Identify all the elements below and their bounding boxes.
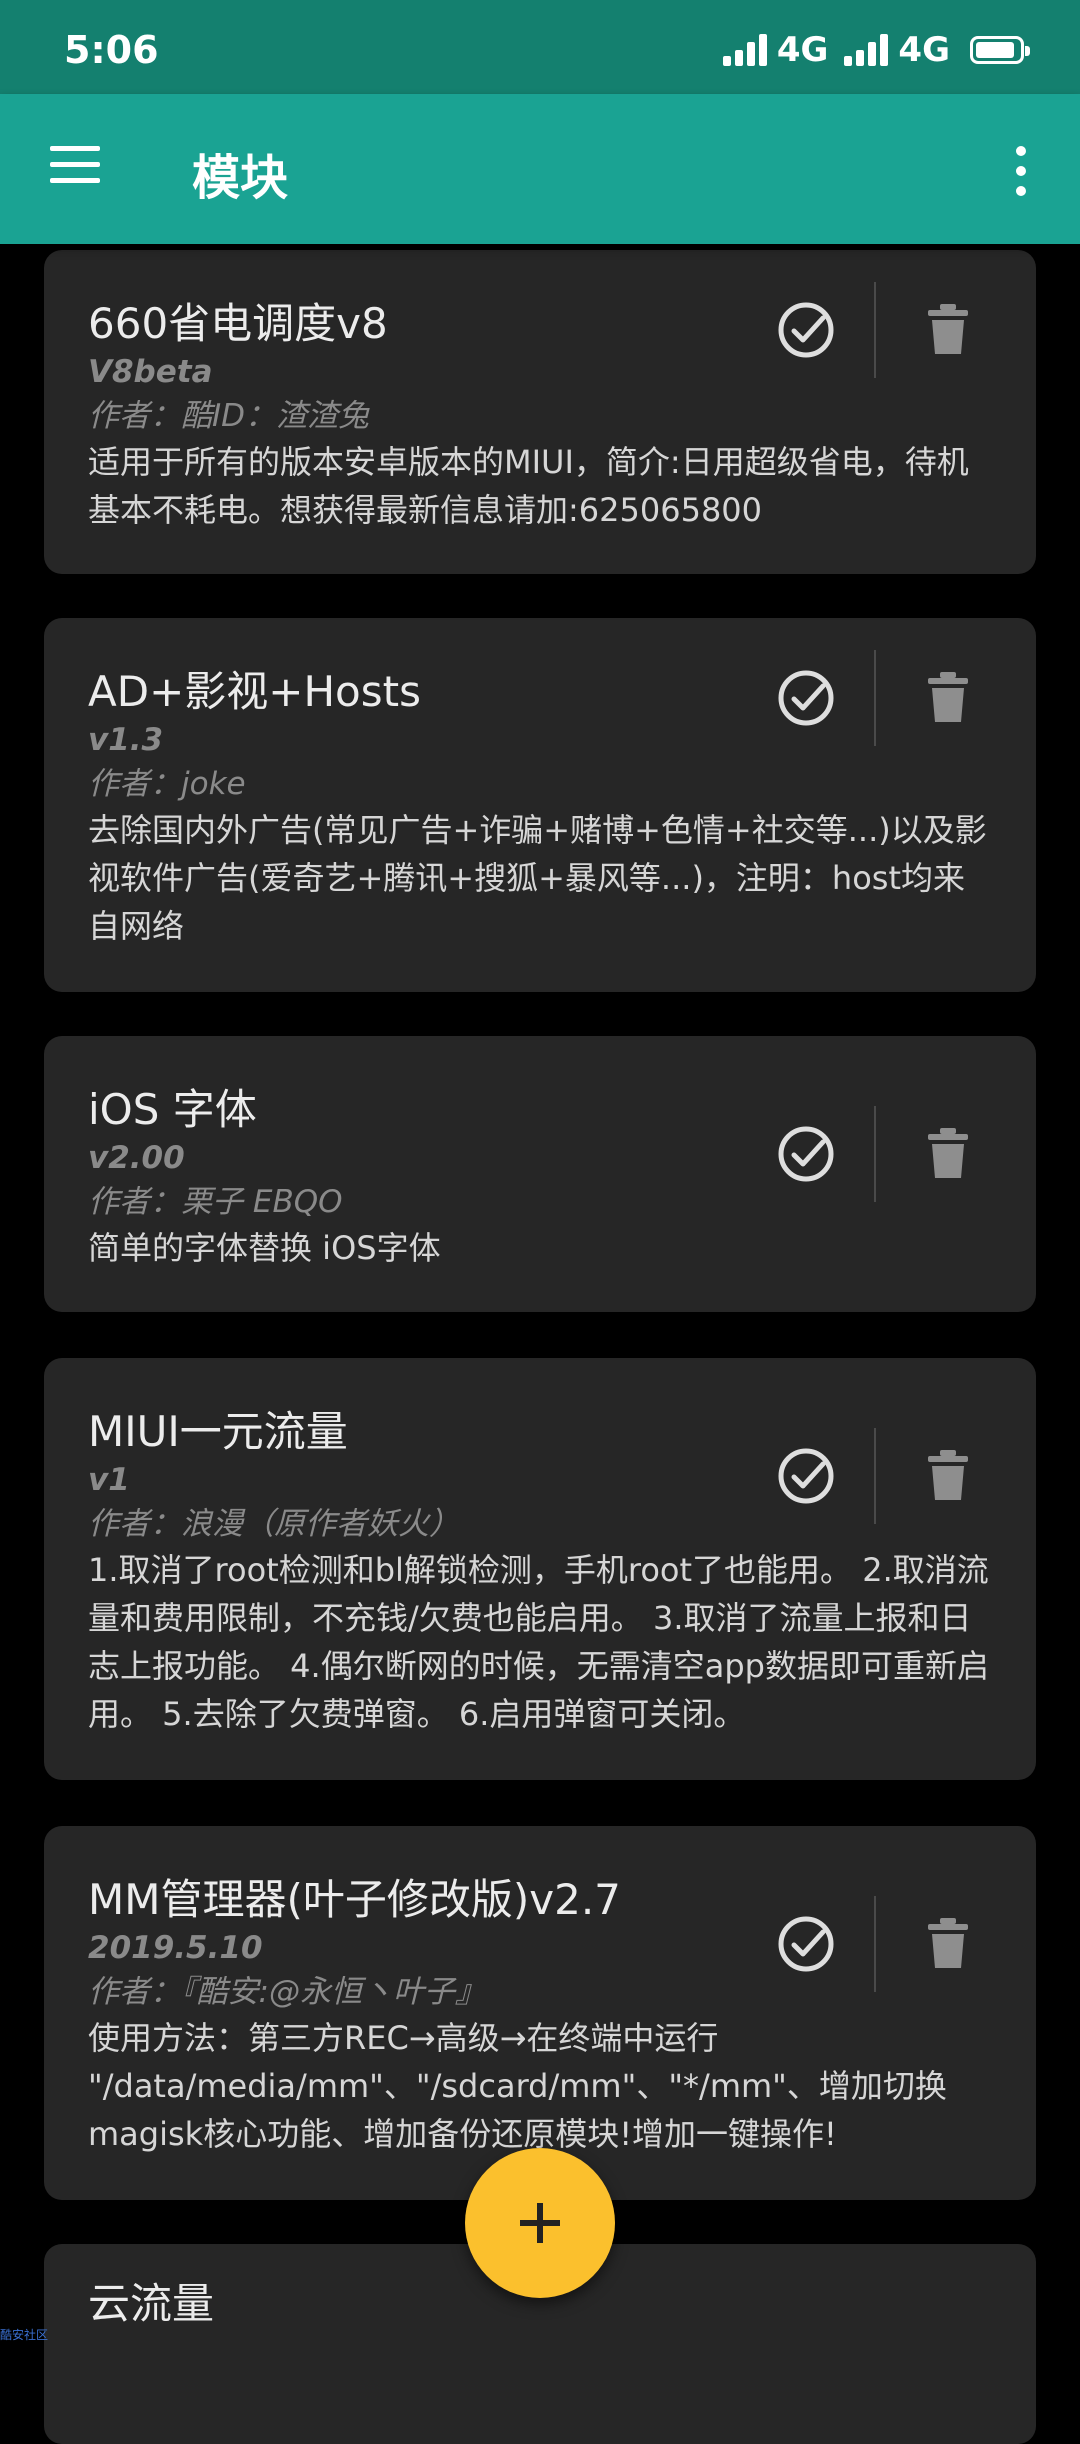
module-card: MM管理器(叶子修改版)v2.7 2019.5.10 作者：『酷安:@永恒丶叶子… — [44, 1826, 1036, 2200]
trash-icon[interactable] — [924, 670, 972, 724]
trash-icon[interactable] — [924, 1916, 972, 1970]
module-info: 云流量 — [88, 2278, 768, 2330]
action-divider — [874, 650, 876, 746]
network-type-2: 4G — [898, 30, 950, 70]
module-description: 使用方法：第三方REC→高级→在终端中运行 "/data/media/mm"、"… — [88, 2019, 947, 2153]
module-name: MIUI一元流量 — [88, 1407, 348, 1456]
module-name: 660省电调度v8 — [88, 299, 388, 348]
page-title: 模块 — [192, 150, 289, 206]
module-version: v1 — [88, 1462, 130, 1498]
module-description: 1.取消了root检测和bl解锁检测，手机root了也能用。 2.取消流量和费用… — [88, 1551, 989, 1733]
battery-icon — [970, 36, 1030, 64]
module-author: 作者：栗子 EBQO — [88, 1184, 343, 1220]
plus-icon — [520, 2203, 560, 2243]
module-author: 作者：浪漫（原作者妖火） — [88, 1506, 460, 1542]
more-vert-icon[interactable] — [1010, 146, 1032, 196]
module-name: iOS 字体 — [88, 1085, 257, 1134]
module-author: 作者：『酷安:@永恒丶叶子』 — [88, 1974, 486, 2010]
module-card: 660省电调度v8 V8beta 作者：酷ID：渣渣兔 适用于所有的版本安卓版本… — [44, 250, 1036, 574]
module-card: AD+影视+Hosts v1.3 作者：joke 去除国内外广告(常见广告+诈骗… — [44, 618, 1036, 992]
check-circle-icon[interactable] — [776, 668, 836, 728]
check-circle-icon[interactable] — [776, 1124, 836, 1184]
module-name: 云流量 — [88, 2279, 215, 2328]
trash-icon[interactable] — [924, 302, 972, 356]
check-circle-icon[interactable] — [776, 1446, 836, 1506]
module-author: 作者：酷ID：渣渣兔 — [88, 398, 370, 434]
module-info: MIUI一元流量 v1 作者：浪漫（原作者妖火） — [88, 1406, 768, 1546]
module-version: V8beta — [88, 354, 213, 390]
module-info: MM管理器(叶子修改版)v2.7 2019.5.10 作者：『酷安:@永恒丶叶子… — [88, 1874, 768, 2014]
module-name: MM管理器(叶子修改版)v2.7 — [88, 1875, 621, 1924]
module-version: v2.00 — [88, 1140, 185, 1176]
status-indicators: 4G 4G — [722, 30, 1030, 70]
module-description: 简单的字体替换 iOS字体 — [88, 1229, 441, 1267]
menu-icon[interactable] — [50, 146, 100, 186]
check-circle-icon[interactable] — [776, 300, 836, 360]
status-time: 5:06 — [64, 28, 159, 72]
signal-icon — [722, 34, 767, 66]
check-circle-icon[interactable] — [776, 1914, 836, 1974]
module-description: 去除国内外广告(常见广告+诈骗+赌博+色情+社交等...)以及影视软件广告(爱奇… — [88, 811, 987, 945]
add-module-button[interactable] — [465, 2148, 615, 2298]
app-bar: 模块 — [0, 94, 1080, 244]
module-card: MIUI一元流量 v1 作者：浪漫（原作者妖火） 1.取消了root检测和bl解… — [44, 1358, 1036, 1780]
signal-icon — [844, 34, 889, 66]
action-divider — [874, 1896, 876, 1992]
watermark: 酷安社区 — [0, 2328, 49, 2342]
module-card: iOS 字体 v2.00 作者：栗子 EBQO 简单的字体替换 iOS字体 — [44, 1036, 1036, 1312]
module-description: 适用于所有的版本安卓版本的MIUI，简介:日用超级省电，待机基本不耗电。想获得最… — [88, 443, 969, 529]
module-version: 2019.5.10 — [88, 1930, 263, 1966]
network-type-1: 4G — [776, 30, 829, 70]
module-author: 作者：joke — [88, 766, 246, 802]
module-version: v1.3 — [88, 722, 164, 758]
module-info: AD+影视+Hosts v1.3 作者：joke — [88, 666, 768, 806]
action-divider — [874, 282, 876, 378]
module-info: iOS 字体 v2.00 作者：栗子 EBQO — [88, 1084, 768, 1224]
action-divider — [874, 1106, 876, 1202]
action-divider — [874, 1428, 876, 1524]
module-name: AD+影视+Hosts — [88, 667, 421, 716]
module-info: 660省电调度v8 V8beta 作者：酷ID：渣渣兔 — [88, 298, 768, 438]
trash-icon[interactable] — [924, 1448, 972, 1502]
status-bar: 5:06 4G 4G — [0, 0, 1080, 94]
trash-icon[interactable] — [924, 1126, 972, 1180]
